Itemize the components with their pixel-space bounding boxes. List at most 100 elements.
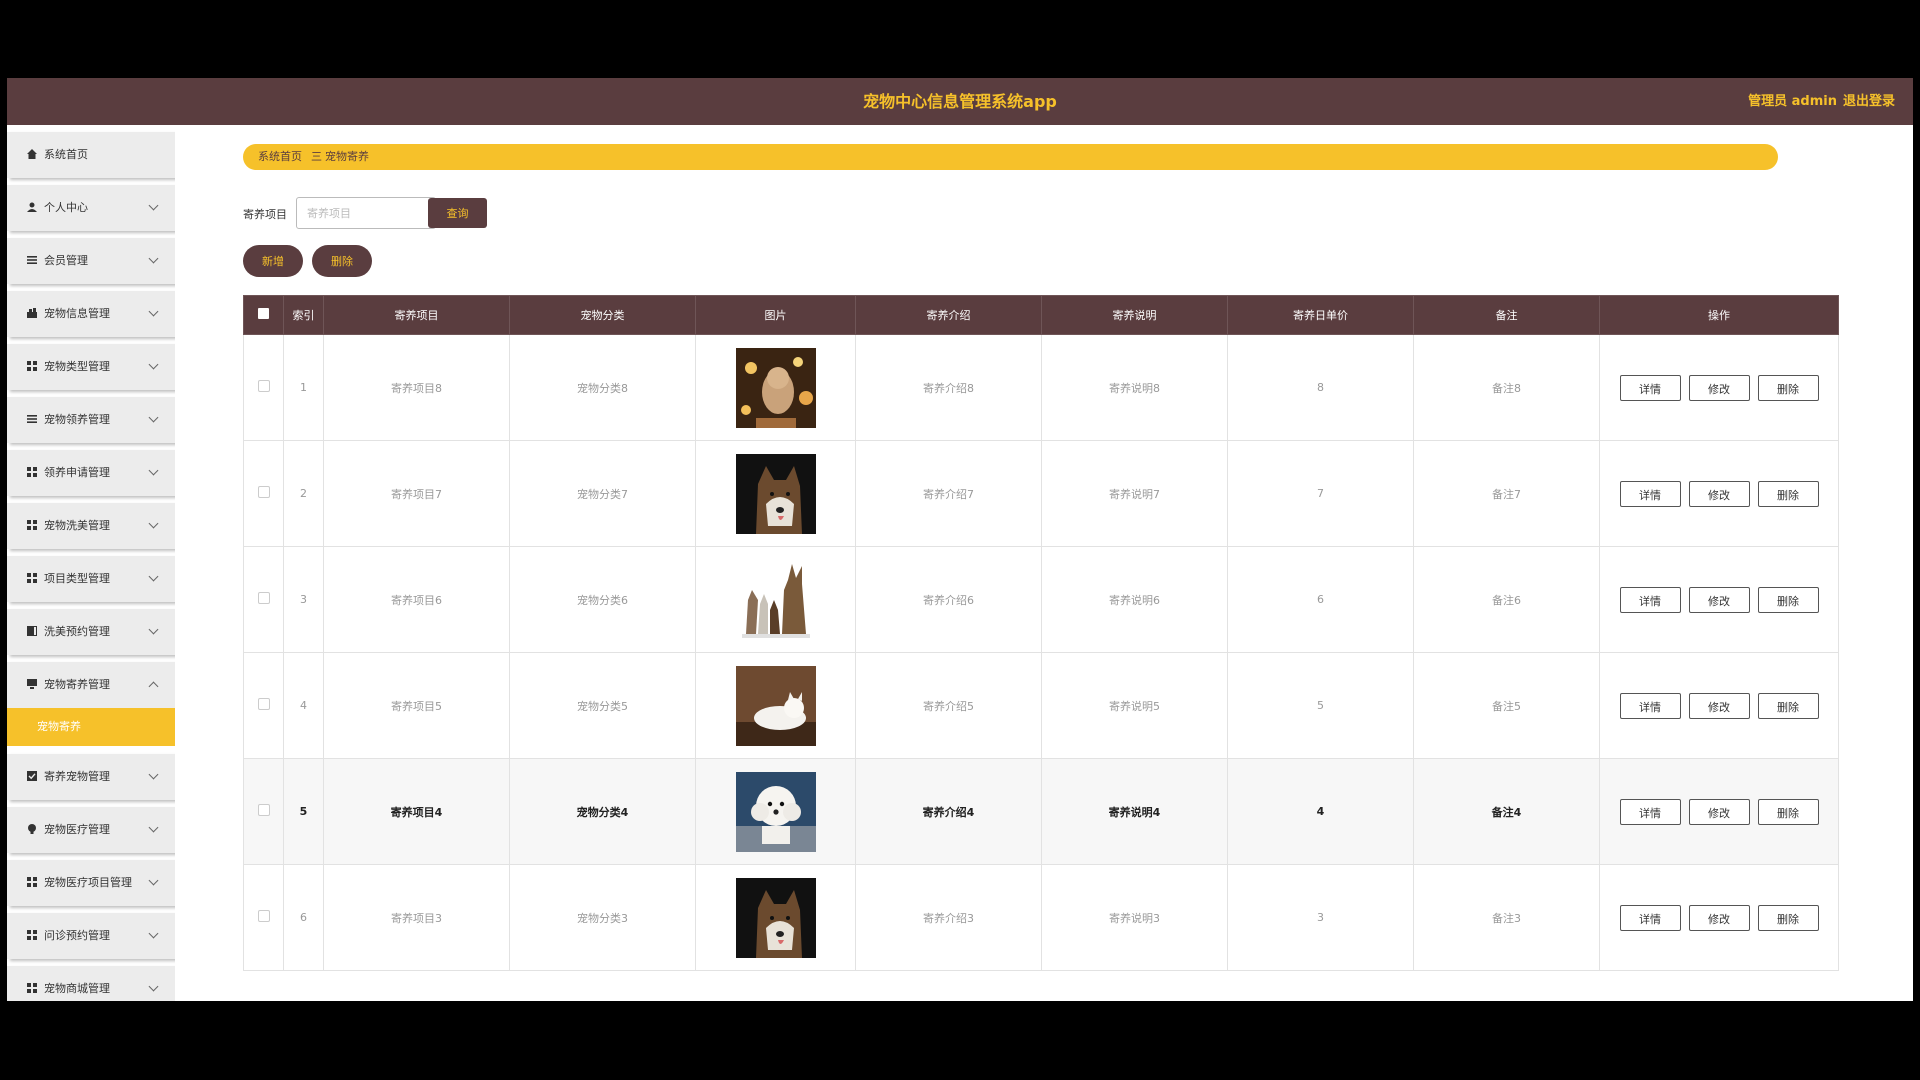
edit-button[interactable]: 修改 (1688, 692, 1750, 719)
chevron-down-icon (148, 875, 159, 886)
select-all-checkbox[interactable] (258, 308, 269, 319)
delete-button[interactable]: 删除 (1757, 692, 1819, 719)
select-all-header[interactable] (243, 295, 284, 335)
project-cell: 寄养项目8 (323, 334, 510, 441)
row-select-cell[interactable] (243, 758, 284, 865)
row-checkbox[interactable] (257, 380, 270, 392)
row-select-cell[interactable] (243, 440, 284, 547)
detail-button[interactable]: 详情 (1619, 374, 1681, 401)
monitor-icon (27, 679, 37, 689)
row-checkbox[interactable] (257, 804, 270, 816)
sidebar-item-adoption-applications[interactable]: 领养申请管理 (7, 450, 175, 496)
sidebar-item-medical-projects[interactable]: 宠物医疗项目管理 (7, 860, 175, 906)
sidebar-item-home[interactable]: 系统首页 (7, 132, 175, 178)
chevron-down-icon (148, 359, 159, 370)
note-cell: 备注3 (1413, 864, 1600, 971)
sidebar-item-boarded-pets[interactable]: 寄养宠物管理 (7, 754, 175, 800)
edit-button[interactable]: 修改 (1688, 904, 1750, 931)
detail-button[interactable]: 详情 (1619, 692, 1681, 719)
row-select-cell[interactable] (243, 546, 284, 653)
actions-cell: 详情 修改 删除 (1599, 440, 1839, 547)
chevron-down-icon (148, 200, 159, 211)
actions-cell: 详情 修改 删除 (1599, 652, 1839, 759)
price-cell: 6 (1227, 546, 1414, 653)
desc-cell: 寄养说明5 (1041, 652, 1228, 759)
sidebar-item-boarding[interactable]: 宠物寄养管理 (7, 662, 175, 708)
logout-link[interactable]: 退出登录 (1843, 78, 1895, 125)
delete-button[interactable]: 删除 (1757, 904, 1819, 931)
add-button[interactable]: 新增 (243, 245, 303, 277)
row-checkbox[interactable] (257, 698, 270, 710)
breadcrumb-home[interactable]: 系统首页 (258, 144, 302, 170)
breadcrumb-current: 宠物寄养 (325, 150, 369, 163)
column-header: 备注 (1413, 295, 1600, 335)
note-cell: 备注4 (1413, 758, 1600, 865)
batch-delete-button[interactable]: 删除 (312, 245, 372, 277)
actions-cell: 详情 修改 删除 (1599, 758, 1839, 865)
row-checkbox[interactable] (257, 592, 270, 604)
sidebar-item-project-types[interactable]: 项目类型管理 (7, 556, 175, 602)
note-cell: 备注7 (1413, 440, 1600, 547)
note-cell: 备注5 (1413, 652, 1600, 759)
sidebar-item-label: 领养申请管理 (44, 466, 110, 479)
sidebar-item-adoption[interactable]: 宠物领养管理 (7, 397, 175, 443)
home-icon (27, 149, 37, 159)
app-title: 宠物中心信息管理系统app (863, 92, 1057, 111)
detail-button[interactable]: 详情 (1619, 480, 1681, 507)
list-icon (27, 255, 37, 265)
search-input[interactable] (296, 197, 436, 229)
row-select-cell[interactable] (243, 864, 284, 971)
image-cell (695, 334, 856, 441)
breadcrumb: 系统首页 三 宠物寄养 (243, 144, 1778, 170)
edit-button[interactable]: 修改 (1688, 798, 1750, 825)
edit-button[interactable]: 修改 (1688, 480, 1750, 507)
project-cell: 寄养项目3 (323, 864, 510, 971)
row-select-cell[interactable] (243, 652, 284, 759)
delete-button[interactable]: 删除 (1757, 586, 1819, 613)
checkbox-icon (27, 771, 37, 781)
sidebar-item-medical[interactable]: 宠物医疗管理 (7, 807, 175, 853)
detail-button[interactable]: 详情 (1619, 904, 1681, 931)
desc-cell: 寄养说明4 (1041, 758, 1228, 865)
desc-cell: 寄养说明8 (1041, 334, 1228, 441)
sidebar-item-personal-center[interactable]: 个人中心 (7, 185, 175, 231)
actions-cell: 详情 修改 删除 (1599, 334, 1839, 441)
delete-button[interactable]: 删除 (1757, 798, 1819, 825)
grid-icon (27, 930, 37, 940)
edit-button[interactable]: 修改 (1688, 586, 1750, 613)
note-cell: 备注6 (1413, 546, 1600, 653)
detail-button[interactable]: 详情 (1619, 798, 1681, 825)
user-label: 管理员 admin (1748, 94, 1837, 109)
detail-button[interactable]: 详情 (1619, 586, 1681, 613)
sidebar-subitem-boarding[interactable]: 宠物寄养 (7, 708, 175, 746)
chevron-down-icon (148, 571, 159, 582)
sidebar-item-members[interactable]: 会员管理 (7, 238, 175, 284)
top-bar: 宠物中心信息管理系统app 管理员 admin 退出登录 (7, 78, 1913, 125)
price-cell: 8 (1227, 334, 1414, 441)
category-cell: 宠物分类5 (509, 652, 696, 759)
delete-button[interactable]: 删除 (1757, 480, 1819, 507)
sidebar-item-pet-types[interactable]: 宠物类型管理 (7, 344, 175, 390)
bulb-icon (27, 824, 37, 834)
sidebar-item-pet-info[interactable]: 宠物信息管理 (7, 291, 175, 337)
sidebar-item-grooming[interactable]: 宠物洗美管理 (7, 503, 175, 549)
row-checkbox[interactable] (257, 910, 270, 922)
image-cell (695, 652, 856, 759)
edit-button[interactable]: 修改 (1688, 374, 1750, 401)
grid-icon (27, 520, 37, 530)
image-cell (695, 758, 856, 865)
delete-button[interactable]: 删除 (1757, 374, 1819, 401)
row-select-cell[interactable] (243, 334, 284, 441)
chevron-down-icon (148, 253, 159, 264)
row-checkbox[interactable] (257, 486, 270, 498)
sidebar-item-consultation[interactable]: 问诊预约管理 (7, 913, 175, 959)
sidebar-item-shop[interactable]: 宠物商城管理 (7, 966, 175, 1001)
list-icon (27, 414, 37, 424)
search-button[interactable]: 查询 (428, 198, 487, 228)
column-header: 寄养项目 (323, 295, 510, 335)
note-cell: 备注8 (1413, 334, 1600, 441)
project-cell: 寄养项目7 (323, 440, 510, 547)
chevron-up-icon (148, 681, 159, 692)
category-cell: 宠物分类6 (509, 546, 696, 653)
sidebar-item-grooming-appointments[interactable]: 洗美预约管理 (7, 609, 175, 655)
